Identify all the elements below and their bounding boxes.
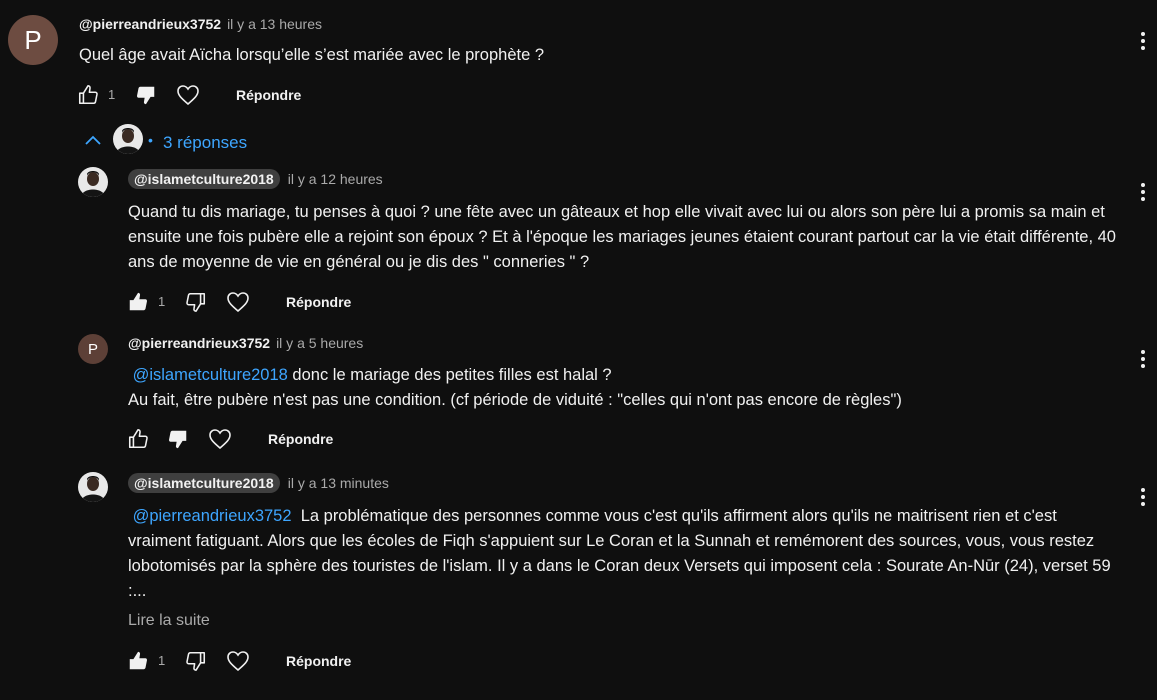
reply-text-line: Au fait, être pubère n'est pas une condi… (128, 391, 902, 409)
thumbs-up-icon[interactable] (75, 82, 101, 108)
reply-button[interactable]: Répondre (286, 294, 351, 310)
more-vertical-icon[interactable] (1133, 347, 1153, 371)
avatar[interactable] (78, 472, 108, 502)
thumbs-down-icon[interactable] (133, 82, 159, 108)
reply-header: @islametculture2018 il y a 12 heures (128, 169, 383, 189)
thumbs-up-icon[interactable] (125, 648, 151, 674)
heart-icon[interactable] (225, 648, 251, 674)
like-count: 1 (108, 87, 116, 102)
reply-author[interactable]: @islametculture2018 (128, 473, 280, 493)
reply-text-segment: donc le mariage des petites filles est h… (287, 366, 612, 384)
separator-dot: • (148, 132, 153, 148)
thumbs-down-icon[interactable] (165, 426, 191, 452)
like-count: 1 (158, 653, 166, 668)
heart-icon[interactable] (225, 289, 251, 315)
reply-button[interactable]: Répondre (268, 431, 333, 447)
comment-actions: 1 Répondre (75, 82, 375, 108)
avatar-letter: P (24, 24, 42, 55)
thumbs-up-icon[interactable] (125, 426, 151, 452)
reply-actions: Répondre (125, 426, 425, 452)
comment-text: Quel âge avait Aïcha lorsqu’elle s’est m… (79, 46, 545, 64)
reply-button[interactable]: Répondre (286, 653, 351, 669)
thumbs-down-icon[interactable] (183, 648, 209, 674)
reply-time[interactable]: il y a 12 heures (288, 171, 383, 187)
more-vertical-icon[interactable] (1133, 29, 1153, 53)
reply-text: Quand tu dis mariage, tu penses à quoi ?… (128, 203, 1116, 271)
reply-time[interactable]: il y a 13 minutes (288, 475, 389, 491)
reply-author[interactable]: @islametculture2018 (128, 169, 280, 189)
avatar-letter: P (87, 340, 98, 358)
replier-avatar (113, 124, 143, 154)
replies-toggle[interactable]: • 3 réponses (84, 124, 284, 158)
replies-count-label[interactable]: 3 réponses (163, 133, 247, 153)
read-more-link[interactable]: Lire la suite (128, 612, 210, 630)
reply-actions: 1 Répondre (125, 648, 425, 674)
avatar[interactable]: P (78, 334, 108, 364)
reply-header: @pierreandrieux3752 il y a 5 heures (128, 335, 363, 351)
reply-header: @islametculture2018 il y a 13 minutes (128, 473, 389, 493)
like-count: 1 (158, 294, 166, 309)
comment-header: @pierreandrieux3752 il y a 13 heures (79, 16, 322, 32)
reply-time[interactable]: il y a 5 heures (276, 335, 363, 351)
heart-icon[interactable] (175, 82, 201, 108)
more-vertical-icon[interactable] (1133, 485, 1153, 509)
comment-author[interactable]: @pierreandrieux3752 (79, 16, 221, 32)
reply-actions: 1 Répondre (125, 289, 425, 315)
reply-text: @islametculture2018 donc le mariage des … (128, 363, 1118, 413)
avatar[interactable]: P (8, 15, 58, 65)
mention-link[interactable]: @pierreandrieux3752 (133, 507, 292, 525)
reply-text-line: @islametculture2018 donc le mariage des … (128, 363, 1118, 388)
heart-icon[interactable] (207, 426, 233, 452)
comment-time[interactable]: il y a 13 heures (227, 16, 322, 32)
reply-text: @pierreandrieux3752 La problématique des… (128, 504, 1123, 604)
more-vertical-icon[interactable] (1133, 180, 1153, 204)
thumbs-up-icon[interactable] (125, 289, 151, 315)
thumbs-down-icon[interactable] (183, 289, 209, 315)
mention-link[interactable]: @islametculture2018 (133, 366, 288, 384)
avatar[interactable] (78, 167, 108, 197)
reply-author[interactable]: @pierreandrieux3752 (128, 335, 270, 351)
chevron-up-icon (84, 133, 102, 151)
reply-button[interactable]: Répondre (236, 87, 301, 103)
